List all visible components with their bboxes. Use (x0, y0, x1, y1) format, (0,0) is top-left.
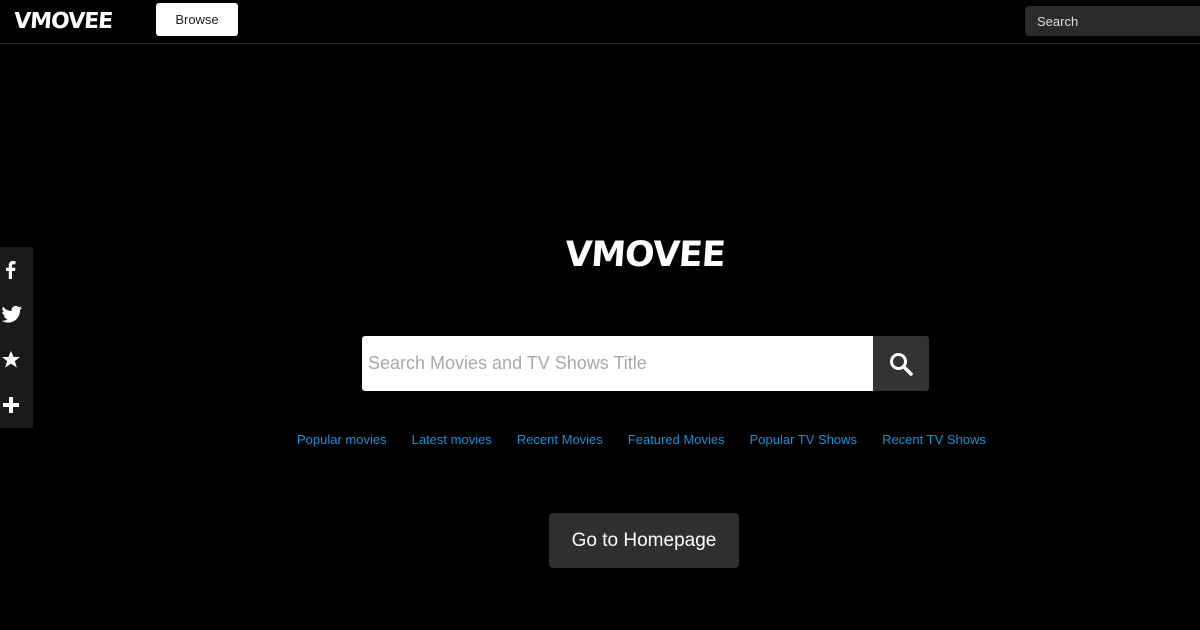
top-navbar: VMOVEE Browse (0, 0, 1200, 44)
main-search-button[interactable] (873, 336, 929, 391)
quick-links: Popular movies Latest movies Recent Movi… (297, 432, 986, 450)
share-more-button[interactable] (0, 382, 33, 427)
link-featured-movies[interactable]: Featured Movies (628, 432, 725, 450)
page: VMOVEE Browse VMOVEE (0, 0, 1200, 630)
plus-icon (3, 396, 19, 413)
header-logo[interactable]: VMOVEE (13, 6, 118, 36)
star-icon (2, 350, 20, 367)
browse-button[interactable]: Browse (156, 3, 238, 36)
twitter-icon (1, 305, 23, 323)
main-search-form (362, 336, 929, 391)
main-logo-text: VMOVEE (563, 235, 727, 275)
link-recent-movies[interactable]: Recent Movies (517, 432, 603, 450)
facebook-icon (6, 260, 16, 279)
main-logo: VMOVEE (555, 232, 735, 278)
main-search-input[interactable] (362, 336, 873, 391)
go-to-homepage-button[interactable]: Go to Homepage (549, 513, 739, 568)
header-logo-text: VMOVEE (13, 8, 113, 34)
link-popular-movies[interactable]: Popular movies (297, 432, 387, 450)
link-recent-tv-shows[interactable]: Recent TV Shows (882, 432, 986, 450)
share-twitter-button[interactable] (0, 292, 33, 337)
link-popular-tv-shows[interactable]: Popular TV Shows (750, 432, 857, 450)
share-facebook-button[interactable] (0, 247, 33, 292)
favorite-button[interactable] (0, 337, 33, 382)
search-icon (890, 352, 913, 376)
link-latest-movies[interactable]: Latest movies (412, 432, 492, 450)
social-share-sidebar (0, 247, 33, 428)
header-search-input[interactable] (1025, 6, 1200, 36)
